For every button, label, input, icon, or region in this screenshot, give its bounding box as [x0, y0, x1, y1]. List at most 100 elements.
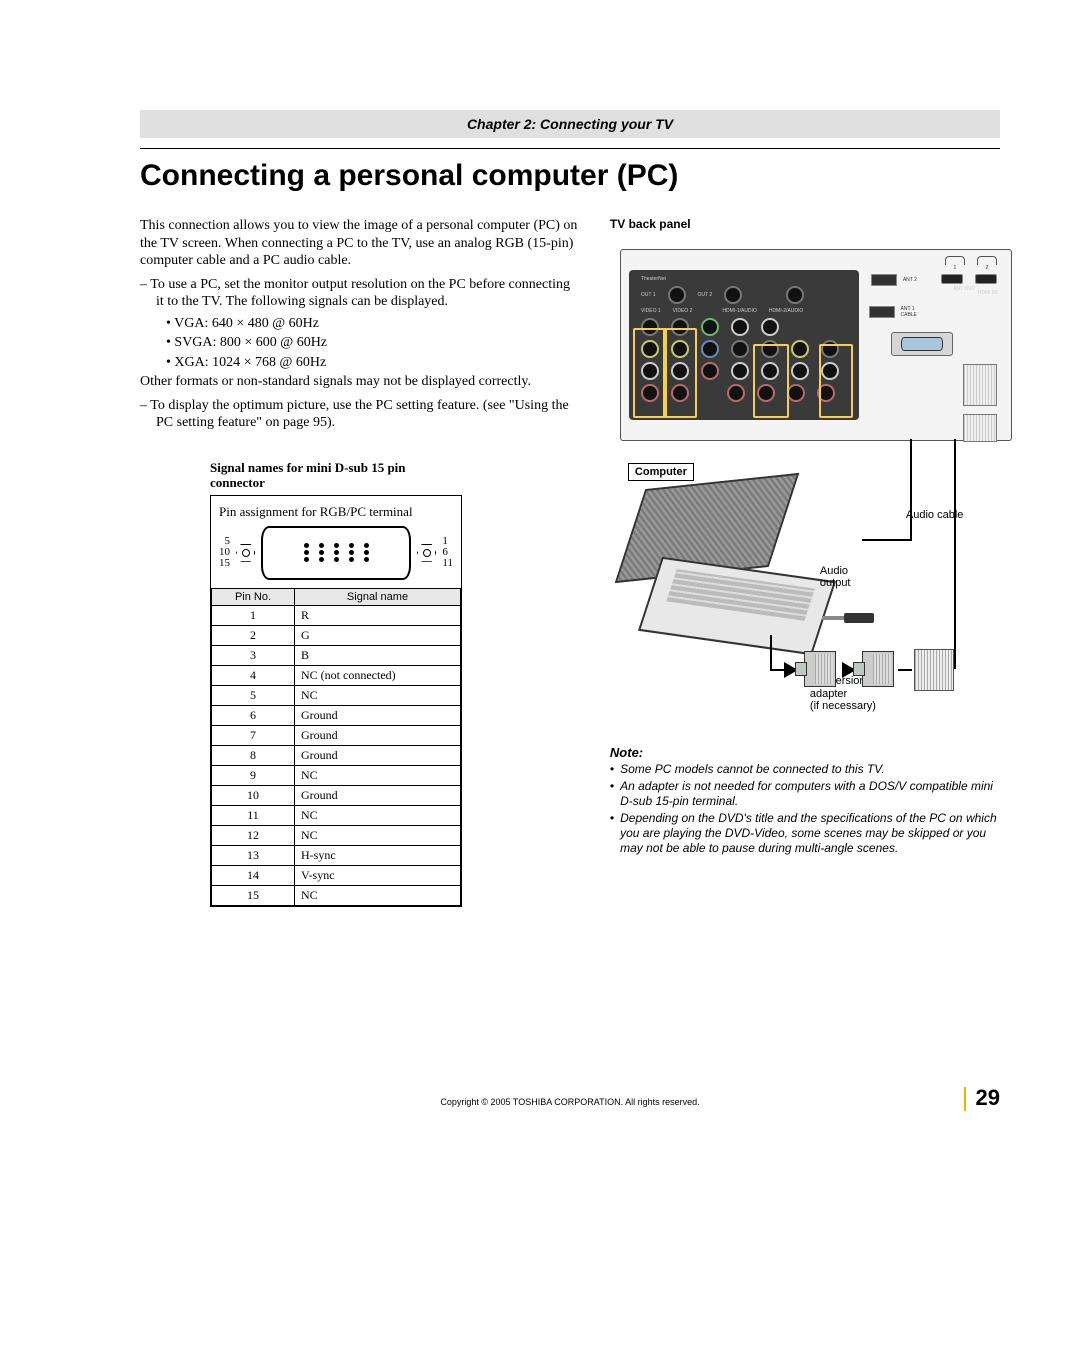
ant-icon — [871, 274, 897, 286]
note-text: Some PC models cannot be connected to th… — [620, 762, 885, 777]
signal-name: NC — [295, 825, 461, 845]
other-formats: Other formats or non-standard signals ma… — [140, 373, 580, 391]
highlight-colorstream — [753, 344, 789, 418]
vga-cable-line — [898, 669, 912, 671]
screw-hole-icon — [236, 544, 255, 562]
divider — [140, 148, 1000, 149]
page-number: 29 — [976, 1085, 1000, 1111]
port2-label: 2 — [977, 265, 997, 271]
signal-name: NC — [295, 685, 461, 705]
pin-number: 8 — [212, 745, 295, 765]
pin-number: 10 — [212, 785, 295, 805]
pin-number: 6 — [212, 705, 295, 725]
th-pin-no: Pin No. — [212, 588, 295, 605]
signal-name: NC — [295, 805, 461, 825]
th-signal-name: Signal name — [295, 588, 461, 605]
pin-number: 7 — [212, 725, 295, 745]
bullet-icon: • — [610, 811, 614, 856]
hdmi-icon — [941, 274, 963, 284]
bullet-icon: • — [610, 762, 614, 777]
audio-cable-line — [910, 439, 912, 539]
note-text: Depending on the DVD's title and the spe… — [620, 811, 1000, 856]
tv-back-panel-figure: TheaterNet OUT 1 OUT 2 VIDEO 1 VIDEO 2 — [620, 249, 1012, 441]
table-row: 1R — [212, 605, 461, 625]
table-row: 5NC — [212, 685, 461, 705]
out2-label: OUT 2 — [698, 292, 713, 298]
pin-label-11: 11 — [442, 558, 453, 569]
theaternet-label: TheaterNet — [641, 276, 853, 282]
signal-caption: Signal names for mini D-sub 15 pin conne… — [210, 460, 460, 491]
pin-number: 2 — [212, 625, 295, 645]
mode-xga: • XGA: 1024 × 768 @ 60Hz — [140, 354, 580, 372]
pin-table: Pin No. Signal name 1R2G3B4NC (not conne… — [211, 588, 461, 906]
signal-name: Ground — [295, 745, 461, 765]
laptop-base-icon — [638, 557, 836, 655]
hdmi2a-label: HDMI-2/AUDIO — [769, 308, 803, 314]
hdmi1a-label: HDMI-1/AUDIO — [722, 308, 756, 314]
slot-icon — [963, 414, 997, 442]
optimum-picture: – To display the optimum picture, use th… — [140, 397, 580, 432]
computer-label: Computer — [628, 463, 694, 481]
laptop-keyboard-icon — [666, 569, 814, 620]
table-row: 4NC (not connected) — [212, 665, 461, 685]
table-row: 8Ground — [212, 745, 461, 765]
mode-vga: • VGA: 640 × 480 @ 60Hz — [140, 315, 580, 333]
page-footer: Copyright © 2005 TOSHIBA CORPORATION. Al… — [140, 1097, 1000, 1107]
table-row: 12NC — [212, 825, 461, 845]
table-row: 13H-sync — [212, 845, 461, 865]
dsub-pinout-figure: 5 10 15 1 6 — [219, 526, 453, 580]
card-slots — [963, 364, 997, 450]
note-text: An adapter is not needed for computers w… — [620, 779, 1000, 809]
signal-name: NC (not connected) — [295, 665, 461, 685]
table-row: 15NC — [212, 885, 461, 905]
pin-number: 4 — [212, 665, 295, 685]
pin-assignment-label: Pin assignment for RGB/PC terminal — [219, 504, 453, 520]
port1-label: 1 — [945, 265, 965, 271]
jack-colorstream-icon — [731, 340, 749, 358]
signal-name: Ground — [295, 725, 461, 745]
copyright-text: Copyright © 2005 TOSHIBA CORPORATION. Al… — [440, 1097, 699, 1107]
note-item: • Some PC models cannot be connected to t… — [610, 762, 1000, 777]
pin-number: 1 — [212, 605, 295, 625]
dsub-connector-icon — [261, 526, 410, 580]
audio-miniplug-icon — [822, 609, 882, 619]
left-column: This connection allows you to view the i… — [140, 217, 580, 907]
section-title: Connecting a personal computer (PC) — [140, 159, 1000, 193]
signal-name: B — [295, 645, 461, 665]
table-row: 9NC — [212, 765, 461, 785]
table-row: 3B — [212, 645, 461, 665]
out1-label: OUT 1 — [641, 292, 656, 298]
jack-icon — [786, 286, 804, 304]
ant-icon — [869, 306, 895, 318]
pin-number: 3 — [212, 645, 295, 665]
mode-svga: • SVGA: 800 × 600 @ 60Hz — [140, 334, 580, 352]
vga-ferrite-icon — [914, 649, 954, 691]
pc-rgb-port-icon — [891, 332, 953, 356]
screw-hole-icon — [417, 544, 436, 562]
jack-r-out-icon — [787, 384, 805, 402]
audio-output-label: Audio output — [820, 565, 851, 589]
signal-name: NC — [295, 885, 461, 905]
right-column: TV back panel TheaterNet OUT 1 — [610, 217, 1000, 907]
tv-back-panel-label: TV back panel — [610, 217, 1000, 231]
video1-label: VIDEO 1 — [641, 308, 661, 314]
signal-name: Ground — [295, 785, 461, 805]
signal-name: NC — [295, 765, 461, 785]
pin-number: 9 — [212, 765, 295, 785]
table-row: 11NC — [212, 805, 461, 825]
signal-name: V-sync — [295, 865, 461, 885]
ieee1394-icon — [977, 256, 997, 265]
jack-icon — [668, 286, 686, 304]
vga-cable-line — [770, 635, 772, 671]
jack-l-out-icon — [791, 362, 809, 380]
vga-cable-line — [770, 669, 784, 671]
signal-name: R — [295, 605, 461, 625]
ieee1394-icon — [945, 256, 965, 265]
req-resolution: – To use a PC, set the monitor output re… — [140, 276, 580, 311]
hdmi-icon — [975, 274, 997, 284]
pin-number: 15 — [212, 885, 295, 905]
signal-box: Pin assignment for RGB/PC terminal 5 10 … — [210, 495, 462, 907]
bullet-icon: • — [610, 779, 614, 809]
jack-icon — [724, 286, 742, 304]
table-row: 10Ground — [212, 785, 461, 805]
